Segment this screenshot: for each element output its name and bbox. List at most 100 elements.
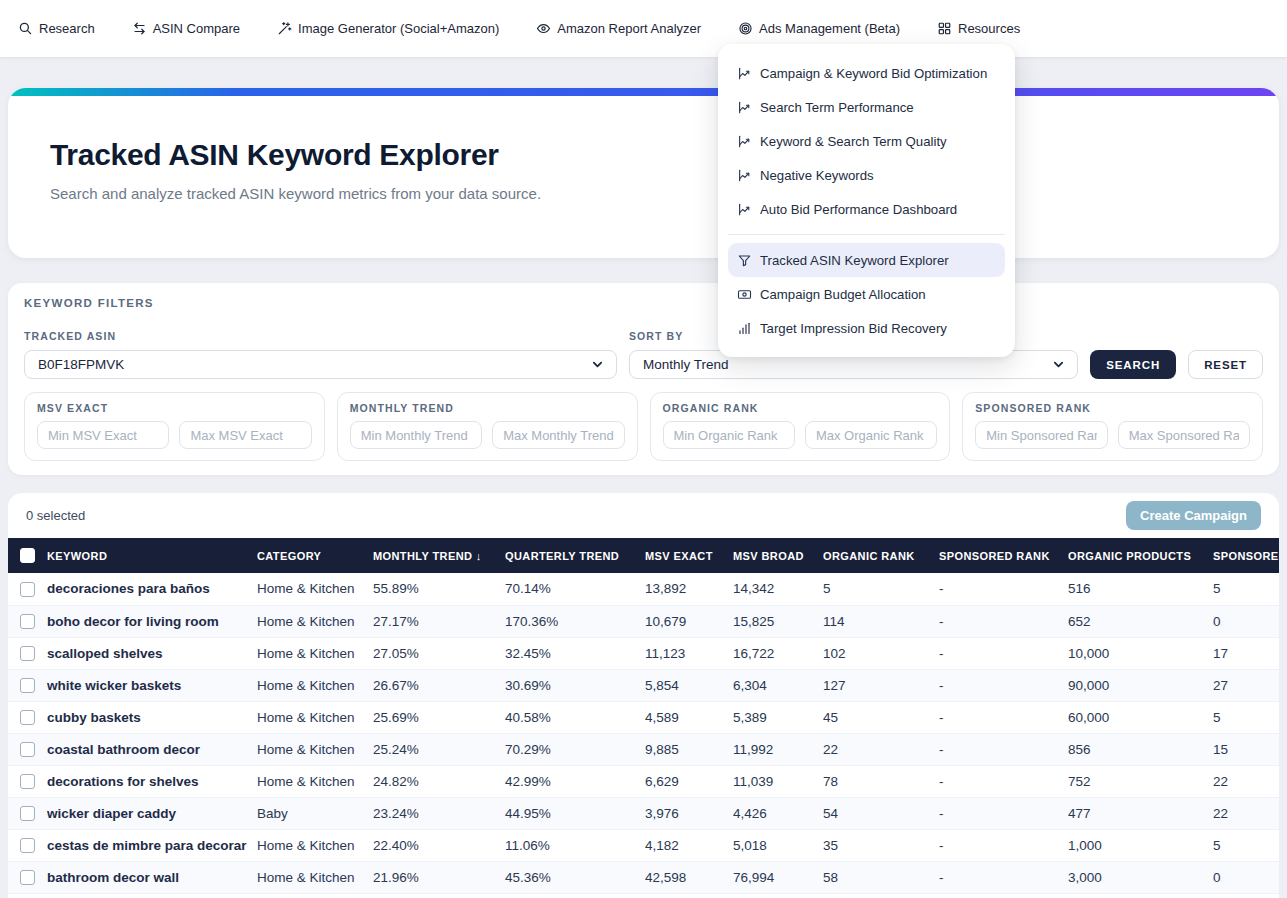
- select-all-checkbox[interactable]: [20, 548, 35, 563]
- reset-button[interactable]: RESET: [1188, 350, 1263, 379]
- data-cell: 652: [1068, 605, 1213, 637]
- data-cell: 26.67%: [373, 669, 505, 701]
- nav-item-label: Image Generator (Social+Amazon): [298, 21, 499, 36]
- row-checkbox[interactable]: [20, 806, 35, 821]
- column-header[interactable]: ORGANIC RANK: [823, 538, 939, 573]
- nav-item-label: Ads Management (Beta): [759, 21, 900, 36]
- nav-item-asin-compare[interactable]: ASIN Compare: [132, 21, 240, 36]
- data-cell: 45: [823, 701, 939, 733]
- tracked-asin-select[interactable]: B0F18FPMVK: [24, 350, 617, 379]
- top-nav: Research ASIN Compare Image Generator (Soc…: [0, 0, 1287, 57]
- data-cell: 54: [823, 797, 939, 829]
- data-cell: 11,992: [733, 733, 823, 765]
- data-cell: 40.58%: [505, 701, 645, 733]
- create-campaign-button[interactable]: Create Campaign: [1126, 501, 1261, 530]
- column-header[interactable]: ORGANIC PRODUCTS: [1068, 538, 1213, 573]
- data-cell: 516: [1068, 573, 1213, 605]
- keyword-cell: boho decor for living room: [47, 605, 257, 637]
- data-cell: 21.96%: [373, 861, 505, 893]
- chevron-down-icon: [592, 359, 603, 370]
- data-cell: 70.29%: [505, 733, 645, 765]
- row-checkbox[interactable]: [20, 838, 35, 853]
- search-button[interactable]: SEARCH: [1090, 350, 1176, 379]
- nav-item-image-generator-social-amazon[interactable]: Image Generator (Social+Amazon): [277, 21, 499, 36]
- row-checkbox[interactable]: [20, 742, 35, 757]
- row-checkbox[interactable]: [20, 646, 35, 661]
- nav-item-research[interactable]: Research: [18, 21, 95, 36]
- row-checkbox[interactable]: [20, 710, 35, 725]
- data-cell: 27.17%: [373, 605, 505, 637]
- keyword-cell: coastal bathroom decor: [47, 733, 257, 765]
- column-header[interactable]: QUARTERLY TREND: [505, 538, 645, 573]
- data-cell: 78: [823, 765, 939, 797]
- min-input[interactable]: [350, 421, 482, 449]
- data-cell: 0: [1213, 605, 1279, 637]
- max-input[interactable]: [805, 421, 937, 449]
- keywords-table: KEYWORDCATEGORYMONTHLY TREND ↓QUARTERLY …: [8, 538, 1279, 894]
- row-checkbox[interactable]: [20, 870, 35, 885]
- page-header-card: Tracked ASIN Keyword Explorer Search and…: [8, 88, 1279, 258]
- row-checkbox[interactable]: [20, 678, 35, 693]
- nav-item-amazon-report-analyzer[interactable]: Amazon Report Analyzer: [536, 21, 701, 36]
- row-checkbox[interactable]: [20, 774, 35, 789]
- data-cell: 25.24%: [373, 733, 505, 765]
- dropdown-item-search-term-performance[interactable]: Search Term Performance: [728, 90, 1005, 124]
- dropdown-item-campaign-keyword-bid-optimization[interactable]: Campaign & Keyword Bid Optimization: [728, 56, 1005, 90]
- data-cell: 17: [1213, 637, 1279, 669]
- column-header[interactable]: MSV BROAD: [733, 538, 823, 573]
- column-header[interactable]: SPONSORED: [1213, 538, 1279, 573]
- data-cell: Home & Kitchen: [257, 829, 373, 861]
- max-input[interactable]: [492, 421, 624, 449]
- dropdown-item-label: Campaign Budget Allocation: [760, 287, 926, 302]
- data-cell: -: [939, 829, 1068, 861]
- funnel-icon: [737, 253, 752, 268]
- row-checkbox[interactable]: [20, 614, 35, 629]
- data-cell: -: [939, 797, 1068, 829]
- keyword-filters-card: KEYWORD FILTERS TRACKED ASIN B0F18FPMVK …: [8, 283, 1279, 475]
- banknote-icon: [737, 287, 752, 302]
- data-cell: 30.69%: [505, 669, 645, 701]
- data-cell: Home & Kitchen: [257, 605, 373, 637]
- column-header[interactable]: SPONSORED RANK: [939, 538, 1068, 573]
- data-cell: 35: [823, 829, 939, 861]
- filters-section-label: KEYWORD FILTERS: [24, 297, 1263, 309]
- column-header[interactable]: MSV EXACT: [645, 538, 733, 573]
- dropdown-item-tracked-asin-keyword-explorer[interactable]: Tracked ASIN Keyword Explorer: [728, 243, 1005, 277]
- table-row: scalloped shelvesHome & Kitchen27.05%32.…: [8, 637, 1279, 669]
- row-checkbox[interactable]: [20, 582, 35, 597]
- data-cell: 5,018: [733, 829, 823, 861]
- min-input[interactable]: [37, 421, 169, 449]
- column-header[interactable]: KEYWORD: [47, 538, 257, 573]
- dropdown-item-negative-keywords[interactable]: Negative Keywords: [728, 158, 1005, 192]
- data-cell: -: [939, 733, 1068, 765]
- dropdown-item-auto-bid-performance-dashboard[interactable]: Auto Bid Performance Dashboard: [728, 192, 1005, 226]
- data-cell: 58: [823, 861, 939, 893]
- data-cell: 4,182: [645, 829, 733, 861]
- trend-icon: [737, 168, 752, 183]
- filter-group-label: ORGANIC RANK: [663, 402, 938, 414]
- nav-item-resources[interactable]: Resources: [937, 21, 1020, 36]
- dropdown-item-campaign-budget-allocation[interactable]: Campaign Budget Allocation: [728, 277, 1005, 311]
- nav-item-label: Resources: [958, 21, 1020, 36]
- data-cell: 27.05%: [373, 637, 505, 669]
- data-cell: -: [939, 573, 1068, 605]
- column-header[interactable]: CATEGORY: [257, 538, 373, 573]
- data-cell: 90,000: [1068, 669, 1213, 701]
- max-input[interactable]: [1118, 421, 1250, 449]
- keyword-cell: decorations for shelves: [47, 765, 257, 797]
- max-input[interactable]: [179, 421, 311, 449]
- min-input[interactable]: [975, 421, 1107, 449]
- trend-icon: [737, 66, 752, 81]
- dropdown-item-label: Negative Keywords: [760, 168, 874, 183]
- data-cell: 60,000: [1068, 701, 1213, 733]
- dropdown-item-keyword-search-term-quality[interactable]: Keyword & Search Term Quality: [728, 124, 1005, 158]
- eye-icon: [536, 21, 551, 36]
- data-cell: 11,123: [645, 637, 733, 669]
- data-cell: 9,885: [645, 733, 733, 765]
- data-cell: Home & Kitchen: [257, 637, 373, 669]
- column-header[interactable]: MONTHLY TREND ↓: [373, 538, 505, 573]
- search-icon: [18, 21, 33, 36]
- dropdown-item-target-impression-bid-recovery[interactable]: Target Impression Bid Recovery: [728, 311, 1005, 345]
- nav-item-ads-management-beta[interactable]: Ads Management (Beta): [738, 21, 900, 36]
- min-input[interactable]: [663, 421, 795, 449]
